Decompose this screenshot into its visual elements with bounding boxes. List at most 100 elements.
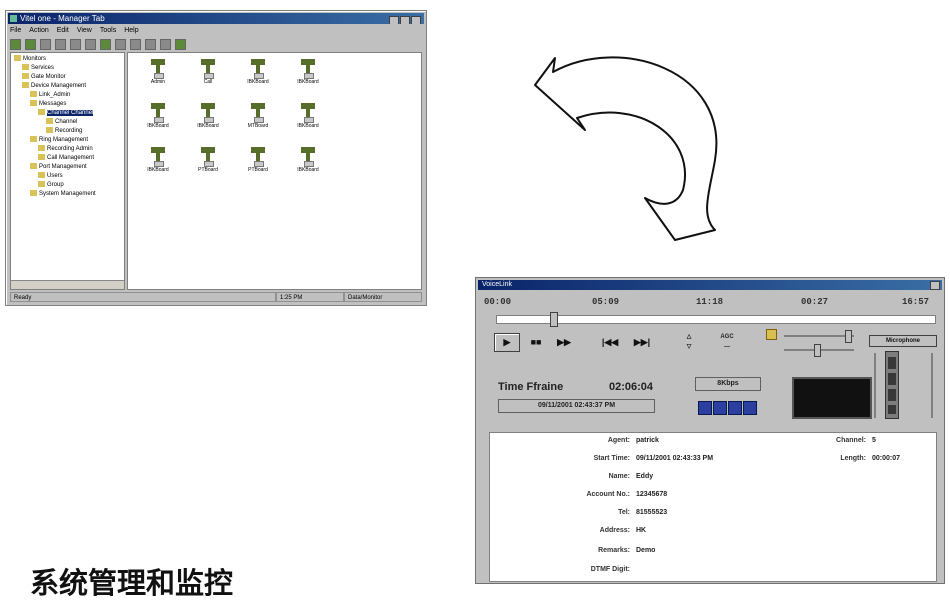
tree-horizontal-scrollbar[interactable] [11, 280, 124, 289]
folder-icon [30, 163, 37, 170]
device-item[interactable]: IBKBoard [288, 147, 328, 173]
console-title-bar[interactable]: Vitel one - Manager Tab [8, 13, 424, 24]
large-icons-button[interactable] [115, 38, 126, 50]
device-item[interactable]: IBKBoard [238, 59, 278, 85]
recording-datetime: 09/11/2001 02:43:37 PM [498, 399, 655, 413]
tree-node[interactable]: Users [38, 172, 63, 180]
board-icon [151, 59, 165, 79]
menu-item-edit[interactable]: Edit [57, 26, 69, 36]
seek-thumb[interactable] [549, 312, 558, 327]
device-item[interactable]: Admin [138, 59, 178, 85]
connect-button[interactable] [175, 38, 186, 50]
tree-node[interactable]: Gate Monitor [22, 73, 66, 81]
device-item[interactable]: PTBoard [188, 147, 228, 173]
info-value: Eddy [636, 473, 654, 480]
volume-slider[interactable] [784, 330, 854, 343]
tree-node[interactable]: Messages [30, 100, 66, 108]
info-value: HK [636, 527, 647, 534]
device-item[interactable]: IBKBoard [188, 103, 228, 129]
device-item-label: PTBoard [248, 167, 268, 173]
device-item[interactable]: IBKBoard [288, 59, 328, 85]
fast-forward-button[interactable]: ▶▶ [552, 333, 576, 352]
refresh-button[interactable] [100, 38, 111, 50]
board-icon [251, 59, 265, 79]
back-button[interactable] [10, 38, 21, 50]
up-button[interactable] [40, 38, 51, 50]
agc-button[interactable]: AGC [718, 334, 736, 341]
volume-slider-knob[interactable] [844, 330, 852, 343]
time-value: 02:06:04 [609, 381, 654, 393]
device-item-label: Call [203, 79, 213, 85]
video-display [792, 377, 872, 419]
timeline-tick: 00:00 [484, 297, 512, 307]
speed-slider[interactable] [784, 344, 854, 357]
menu-item-help[interactable]: Help [124, 26, 138, 36]
tree-node[interactable]: Call Management [38, 154, 94, 162]
device-item[interactable]: IBKBoard [138, 147, 178, 173]
device-item[interactable]: MTBoard [238, 103, 278, 129]
folder-icon [22, 82, 29, 89]
list-button[interactable] [145, 38, 156, 50]
device-item-label: IBKBoard [147, 123, 169, 129]
agc-off-button[interactable]: — [718, 344, 736, 351]
tree-node[interactable]: Port Management [30, 163, 87, 171]
timeline-tick: 16:57 [902, 297, 930, 307]
menu-item-file[interactable]: File [10, 26, 21, 36]
menu-item-tools[interactable]: Tools [100, 26, 116, 36]
folder-icon [38, 172, 45, 179]
tree-node[interactable]: Group [38, 181, 64, 189]
tree-node[interactable]: Recording [46, 127, 82, 135]
tree-node-label: Services [31, 65, 55, 71]
console-title: Vitel one - Manager Tab [20, 14, 105, 23]
tree-node[interactable]: Recording Admin [38, 145, 93, 153]
length-value: 00:00:07 [872, 455, 901, 462]
export-button[interactable] [70, 38, 81, 50]
info-label: Tel: [618, 509, 630, 516]
right-level-slider[interactable] [931, 353, 933, 418]
menu-item-action[interactable]: Action [29, 26, 48, 36]
navigation-tree[interactable]: Monitors Services Gate Monitor Device Manag… [10, 52, 125, 290]
minimize-button[interactable] [389, 16, 399, 24]
tree-node[interactable]: System Management [30, 190, 96, 198]
device-item[interactable]: Call [188, 59, 228, 85]
forward-button[interactable] [25, 38, 36, 50]
folder-icon [38, 145, 45, 152]
tree-node-label: Group [47, 182, 64, 188]
folder-icon [38, 154, 45, 161]
maximize-button[interactable] [400, 16, 410, 24]
tree-node[interactable]: Ring Management [30, 136, 88, 144]
tree-node[interactable]: Link_Admin [30, 91, 70, 99]
tree-node[interactable]: Monitors [14, 55, 46, 63]
left-level-slider[interactable] [874, 353, 876, 418]
tree-toggle-button[interactable] [55, 38, 66, 50]
menu-item-view[interactable]: View [77, 26, 92, 36]
properties-button[interactable] [85, 38, 96, 50]
player-title-bar[interactable]: VoiceLink [478, 280, 942, 290]
previous-button[interactable]: |◀◀ [596, 333, 624, 352]
next-button[interactable]: ▶▶| [628, 333, 656, 352]
tree-node[interactable]: Channel Channel [38, 109, 94, 117]
volume-up-button[interactable]: △ [683, 334, 695, 341]
timeline-tick: 05:09 [592, 297, 620, 307]
tree-node[interactable]: Channel [46, 118, 77, 126]
tree-node[interactable]: Device Management [22, 82, 86, 90]
info-value: 09/11/2001 02:43:33 PM [636, 455, 714, 462]
details-button[interactable] [160, 38, 171, 50]
device-item[interactable]: IBKBoard [288, 103, 328, 129]
small-icons-button[interactable] [130, 38, 141, 50]
device-item[interactable]: PTBoard [238, 147, 278, 173]
pause-button[interactable]: ■■ [524, 333, 548, 352]
board-icon [201, 59, 215, 79]
close-button[interactable] [411, 16, 421, 24]
volume-down-button[interactable]: ▽ [683, 344, 695, 351]
device-item[interactable]: IBKBoard [138, 103, 178, 129]
play-button[interactable]: ▶ [494, 333, 520, 352]
folder-icon [30, 190, 37, 197]
info-label: Name: [608, 473, 630, 480]
status-bar: Ready 1:25 PM Data/Monitor [10, 292, 422, 302]
seek-bar[interactable] [496, 312, 936, 327]
status-time: 1:25 PM [276, 292, 344, 302]
speed-slider-knob[interactable] [813, 344, 821, 357]
player-close-button[interactable] [930, 281, 940, 290]
tree-node[interactable]: Services [22, 64, 54, 72]
